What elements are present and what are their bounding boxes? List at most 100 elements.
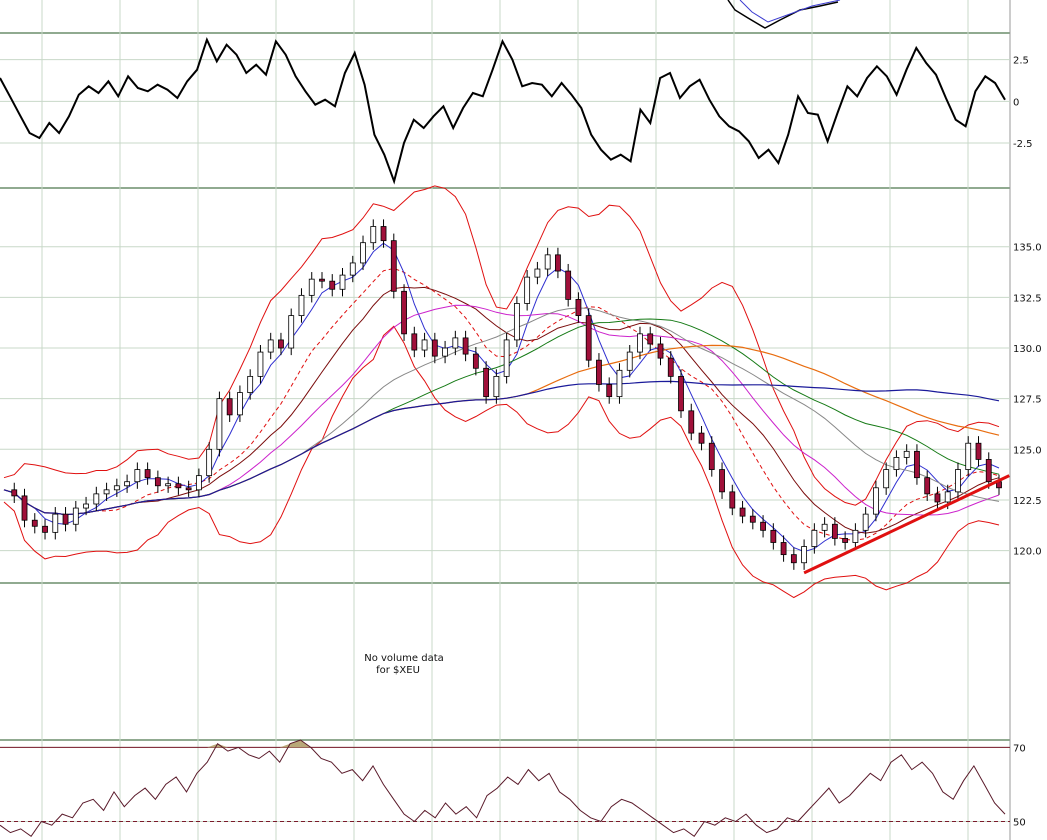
candle-body-70 [719, 469, 725, 493]
candle-body-3 [31, 519, 38, 527]
candle-body-62 [637, 333, 643, 353]
axis-tick-labels: 2.5 0 -2.5 135.0 132.5 130.0 127.5 125.0 122.5 12… [1013, 56, 1042, 829]
candle-body-34 [349, 262, 356, 276]
candle-body-54 [555, 254, 561, 272]
candle-body-74 [760, 521, 766, 531]
candle-body-47 [483, 367, 490, 398]
candle-body-95 [975, 442, 982, 460]
candle-body-9 [93, 493, 100, 505]
candle-body-4 [42, 525, 48, 533]
bollinger-upper [3, 185, 1000, 506]
candle-body-76 [780, 542, 787, 556]
candle-body-27 [278, 339, 284, 349]
candle-body-89 [914, 450, 920, 479]
oscillator-line [0, 36, 1006, 185]
candle-body-80 [821, 523, 828, 531]
candle-body-44 [452, 337, 459, 349]
candle-body-59 [606, 384, 613, 398]
candle-body-32 [329, 280, 336, 290]
candle-body-50 [513, 303, 520, 341]
ma-magenta [3, 304, 1000, 516]
bollinger-lower [3, 325, 1000, 599]
candle-body-31 [319, 278, 325, 282]
candle-body-7 [72, 507, 79, 525]
candle-body-53 [544, 254, 551, 270]
candle-body-45 [462, 337, 469, 355]
candle-body-11 [113, 485, 120, 491]
candle-body-38 [390, 240, 397, 292]
candle-body-87 [893, 457, 900, 470]
candle-body-26 [267, 339, 274, 353]
candle-body-83 [852, 529, 859, 543]
candle-body-82 [842, 538, 849, 543]
price-tick-3: 127.5 [1013, 395, 1042, 406]
price-panel [3, 185, 1010, 599]
osc-tick-2: -2.5 [1013, 139, 1033, 150]
candle-body-25 [257, 351, 264, 377]
candle-body-22 [226, 398, 233, 416]
candle-body-79 [811, 529, 818, 547]
candle-body-61 [626, 351, 633, 371]
candle-body-41 [421, 339, 428, 351]
candle-body-51 [524, 276, 531, 304]
price-tick-4: 125.0 [1013, 445, 1042, 456]
candle-body-64 [657, 343, 664, 359]
candle-body-78 [801, 546, 808, 564]
candle-body-35 [360, 242, 366, 264]
candle-body-19 [195, 475, 202, 491]
ma-orange [3, 344, 1000, 516]
candle-body-28 [288, 315, 295, 349]
grid [0, 0, 1010, 840]
candle-body-56 [575, 299, 582, 317]
candle-body-37 [380, 226, 387, 242]
candle-body-66 [678, 375, 684, 412]
candle-body-69 [708, 442, 715, 470]
candle-body-2 [21, 495, 28, 521]
rsi-tick-1: 50 [1013, 817, 1026, 828]
candle-body-48 [493, 375, 500, 398]
osc-tick-0: 2.5 [1013, 56, 1029, 67]
candle-body-36 [370, 226, 377, 244]
candle-body-23 [237, 392, 243, 416]
candle-body-15 [154, 477, 161, 487]
candle-body-55 [565, 270, 572, 300]
candle-body-33 [339, 274, 346, 290]
upper-panel-fragment [727, 0, 841, 29]
candle-body-90 [924, 477, 931, 495]
candle-body-60 [616, 369, 623, 398]
candle-body-85 [873, 487, 879, 515]
no-volume-text-line2: for $XEU [376, 665, 420, 676]
panel-borders [0, 0, 1011, 840]
candle-body-43 [442, 347, 448, 357]
candle-body-1 [11, 489, 18, 497]
candle-body-92 [944, 491, 951, 503]
candle-body-84 [862, 513, 869, 531]
candle-body-8 [83, 503, 89, 509]
candle-body-88 [903, 450, 910, 458]
candle-body-67 [688, 410, 695, 434]
candle-body-57 [585, 315, 592, 361]
candle-body-6 [62, 513, 69, 525]
candle-body-71 [729, 491, 736, 509]
ma-navy [3, 380, 1000, 516]
price-tick-5: 122.5 [1013, 496, 1042, 507]
candle-body-94 [965, 442, 972, 470]
candle-body-58 [596, 359, 602, 385]
candle-body-65 [667, 357, 674, 377]
candle-body-21 [216, 398, 223, 450]
price-tick-0: 135.0 [1013, 243, 1042, 254]
candle-body-39 [401, 290, 407, 335]
candle-body-24 [247, 375, 254, 393]
oscillator-panel [0, 36, 1006, 185]
candle-body-30 [308, 278, 315, 296]
candle-body-5 [52, 513, 59, 533]
candle-body-46 [472, 353, 479, 369]
candle-body-16 [165, 483, 172, 487]
candle-body-77 [790, 554, 797, 564]
candle-body-13 [134, 469, 141, 483]
candle-body-49 [503, 339, 510, 377]
candle-body-40 [411, 333, 418, 351]
candle-body-96 [985, 459, 992, 483]
candle-body-86 [883, 469, 890, 489]
no-volume-text-line1: No volume data [364, 653, 444, 664]
